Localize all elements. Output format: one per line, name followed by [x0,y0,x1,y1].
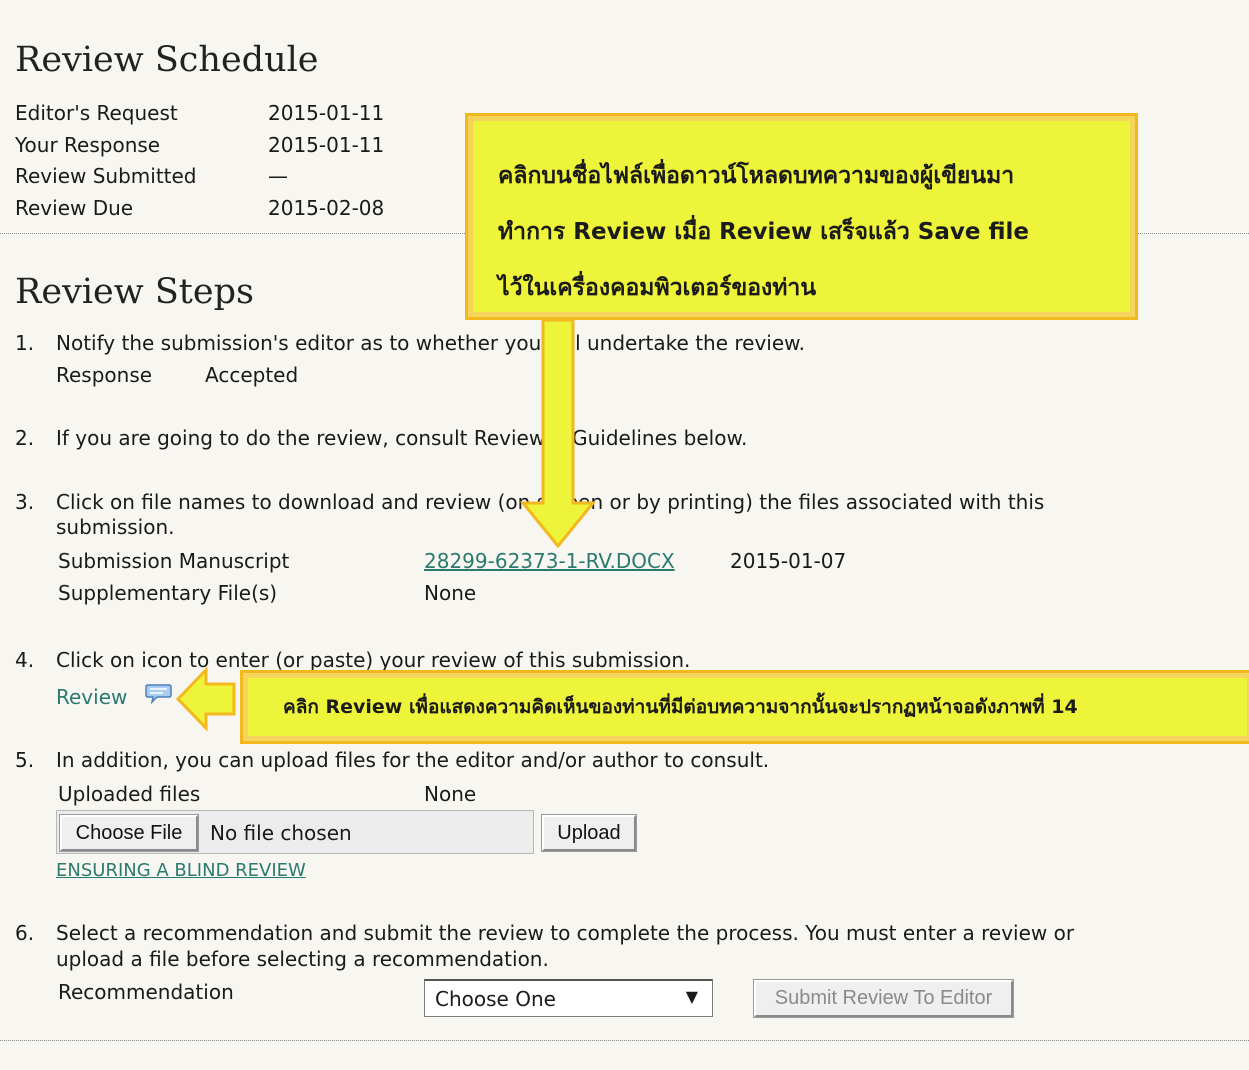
review-steps-title: Review Steps [15,272,254,312]
recommendation-select[interactable]: Choose One ▼ [424,979,713,1017]
step-3-number: 3. [15,490,35,514]
submit-review-button[interactable]: Submit Review To Editor [753,979,1014,1018]
upload-button[interactable]: Upload [541,814,637,852]
step-6-text-line2: upload a file before selecting a recomme… [56,947,549,971]
step-6-text-line1: Select a recommendation and submit the r… [56,921,1075,945]
response-value: Accepted [205,363,299,387]
editors-request-label: Editor's Request [15,101,178,125]
review-link-anchor[interactable]: Review [56,685,127,709]
choose-file-button[interactable]: Choose File [59,814,199,852]
dropdown-arrow-icon: ▼ [685,987,698,1006]
step-6-number: 6. [15,921,35,945]
step-5-text: In addition, you can upload files for th… [56,748,770,772]
review-callout-text: คลิก Review เพื่อแสดงความคิดเห็นของท่านท… [283,696,1078,718]
review-due-label: Review Due [15,196,134,220]
manuscript-file-anchor[interactable]: 28299-62373-1-RV.DOCX [424,549,675,573]
no-file-chosen-text: No file chosen [210,821,352,845]
step-1-number: 1. [15,331,35,355]
bottom-divider [0,1040,1249,1041]
supplementary-files-label: Supplementary File(s) [58,581,278,605]
review-due-value: 2015-02-08 [268,196,385,220]
down-arrow-icon [520,318,596,548]
comment-bubble-icon[interactable] [145,682,173,705]
uploaded-files-label: Uploaded files [58,782,201,806]
editors-request-value: 2015-01-11 [268,101,385,125]
review-submitted-value: — [268,164,288,188]
step-2-text: If you are going to do the review, consu… [56,426,748,450]
blind-review-anchor[interactable]: ENSURING A BLIND REVIEW [56,860,306,881]
step-1-text: Notify the submission's editor as to whe… [56,331,806,355]
step-2-number: 2. [15,426,35,450]
uploaded-files-value: None [424,782,477,806]
review-submitted-label: Review Submitted [15,164,197,188]
callout-line-1: คลิกบนชื่อไฟล์เพื่อดาวน์โหลดบทความของผู้… [498,163,1015,189]
recommendation-selected: Choose One [435,987,556,1011]
callout-line-2: ทำการ Review เมื่อ Review เสร็จแล้ว Save… [498,219,1029,245]
step-5-number: 5. [15,748,35,772]
your-response-label: Your Response [15,133,161,157]
response-label: Response [56,363,153,387]
review-instruction-callout: คลิก Review เพื่อแสดงความคิดเห็นของท่านท… [240,670,1249,744]
your-response-value: 2015-01-11 [268,133,385,157]
step-4-number: 4. [15,648,35,672]
recommendation-label: Recommendation [58,980,234,1004]
manuscript-file-link[interactable]: 28299-62373-1-RV.DOCX [424,548,675,574]
download-instruction-callout: คลิกบนชื่อไฟล์เพื่อดาวน์โหลดบทความของผู้… [465,113,1138,320]
supplementary-files-value: None [424,581,477,605]
step-3-text-line2: submission. [56,515,175,539]
review-schedule-title: Review Schedule [15,40,319,80]
manuscript-date: 2015-01-07 [730,549,847,573]
review-link[interactable]: Review [56,684,127,710]
left-arrow-icon [176,666,236,732]
blind-review-link[interactable]: ENSURING A BLIND REVIEW [56,858,306,884]
submission-manuscript-label: Submission Manuscript [58,549,290,573]
callout-line-3: ไว้ในเครื่องคอมพิวเตอร์ของท่าน [498,275,817,301]
